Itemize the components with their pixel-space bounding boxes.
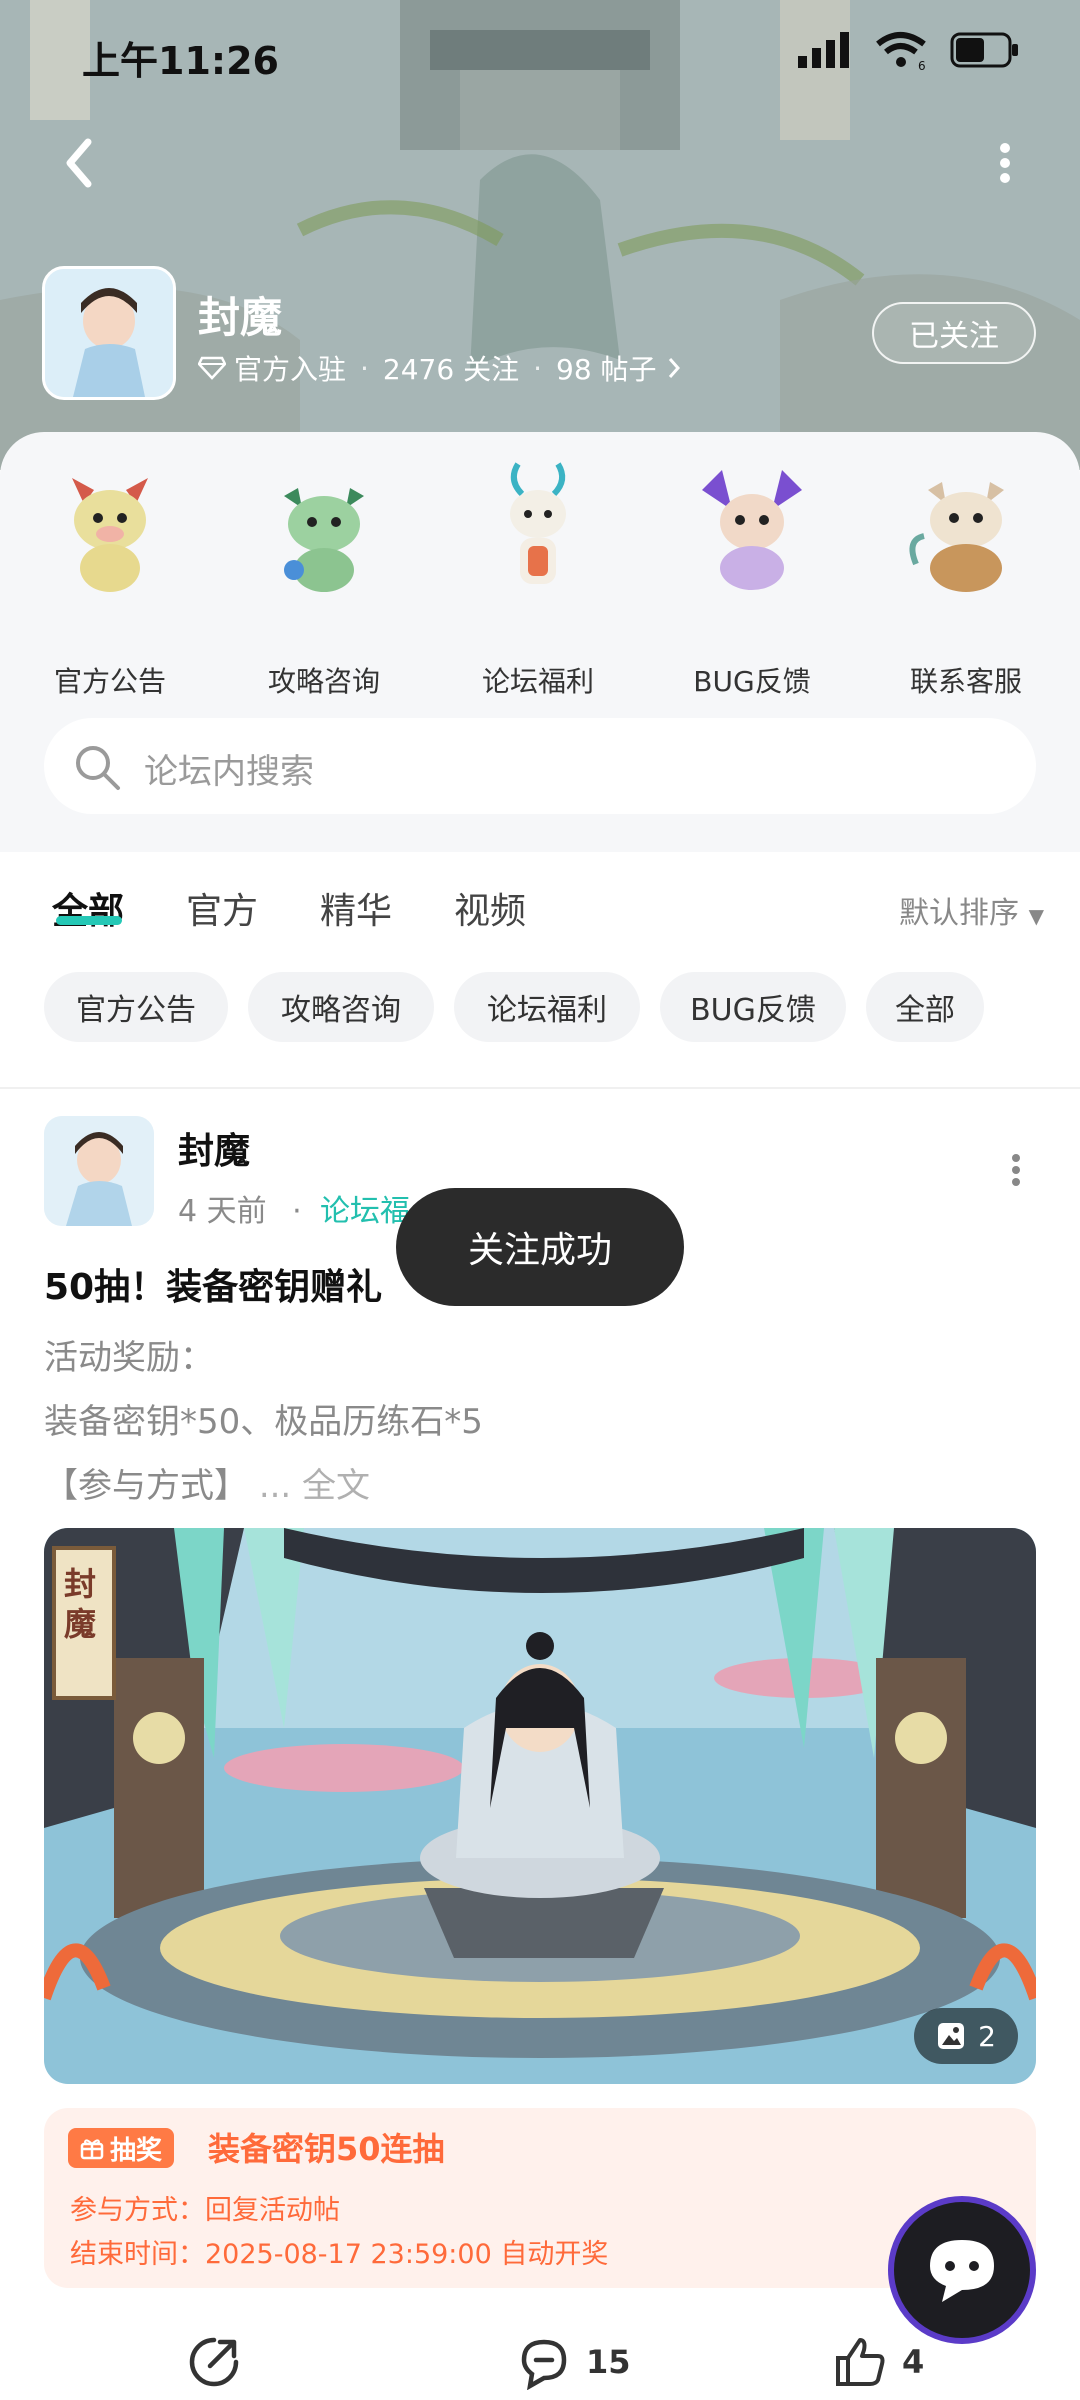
post-body-line: 装备密钥*50、极品历练石*5 — [44, 1402, 483, 1442]
caret-down-icon: ▼ — [1028, 904, 1044, 928]
like-button[interactable]: 4 — [832, 2334, 924, 2390]
shortcut-customer-service[interactable]: 联系客服 — [876, 460, 1056, 700]
chevron-right-icon — [668, 358, 680, 378]
post-body-text: 【参与方式】 — [44, 1466, 248, 1506]
tab-all[interactable]: 全部 — [52, 882, 124, 934]
chip-welfare[interactable]: 论坛福利 — [454, 972, 640, 1042]
lottery-card[interactable]: 抽奖 装备密钥50连抽 参与方式：回复活动帖 结束时间：2025-08-17 2… — [44, 2108, 1036, 2288]
shortcut-label: BUG反馈 — [693, 665, 811, 698]
post-author-avatar[interactable] — [44, 1116, 154, 1226]
search-placeholder: 论坛内搜索 — [144, 752, 314, 792]
like-count: 4 — [902, 2343, 925, 2381]
post-image-art — [44, 1528, 1036, 2084]
image-count: 2 — [978, 2019, 996, 2053]
active-tab-indicator — [56, 916, 122, 925]
share-button[interactable] — [186, 2334, 242, 2390]
dragon-mascot-icon — [702, 470, 802, 590]
shortcut-strategy[interactable]: 攻略咨询 — [234, 460, 414, 700]
chip-strategy[interactable]: 攻略咨询 — [248, 972, 434, 1042]
diamond-icon — [198, 356, 226, 380]
post-time-text: 4 天前 — [178, 1194, 267, 1229]
game-avatar-art — [45, 269, 173, 397]
status-bar: 上午11:26 6 — [0, 0, 1080, 110]
shortcut-panel: 官方公告 攻略咨询 论坛福利 BUG反馈 联系客服 论坛内搜索 — [0, 432, 1080, 852]
game-name: 封魔 — [198, 293, 283, 342]
shortcut-label: 联系客服 — [909, 665, 1022, 698]
gift-icon — [80, 2139, 104, 2160]
more-menu-button[interactable] — [970, 128, 1040, 198]
meta-separator: · — [533, 351, 542, 385]
gallery-icon — [938, 2023, 965, 2049]
shortcut-row: 官方公告 攻略咨询 论坛福利 BUG反馈 联系客服 — [0, 460, 1080, 700]
author-avatar-art — [44, 1116, 154, 1226]
post-board-link[interactable]: 论坛福 — [320, 1186, 410, 1230]
status-icons: 6 — [798, 30, 1020, 70]
post-author-name[interactable]: 封魔 — [178, 1122, 250, 1174]
comment-icon — [521, 2339, 567, 2390]
dragon-mascot-icon — [909, 482, 1004, 592]
search-icon — [76, 746, 120, 790]
post-image[interactable]: 封魔 2 — [44, 1528, 1036, 2084]
official-label: 官方入驻 — [234, 353, 347, 386]
dragon-mascot-icon — [284, 488, 364, 592]
category-chips: 官方公告 攻略咨询 论坛福利 BUG反馈 全部 — [0, 966, 1080, 1056]
lottery-end-time: 结束时间：2025-08-17 23:59:00 自动开奖 — [70, 2239, 609, 2270]
chip-bug-report[interactable]: BUG反馈 — [660, 972, 846, 1042]
battery-icon — [950, 32, 1018, 68]
share-icon — [189, 2337, 239, 2387]
posts-count: 98 帖子 — [556, 353, 657, 386]
lottery-title: 装备密钥50连抽 — [208, 2130, 445, 2168]
forum-search-bar[interactable]: 论坛内搜索 — [44, 718, 1036, 814]
wifi-icon: 6 — [876, 32, 926, 70]
post-body-line: 活动奖励： — [44, 1338, 214, 1378]
post-more-icon[interactable] — [996, 1150, 1036, 1190]
followers-count: 2476 关注 — [382, 353, 520, 386]
post-time: 4 天前 · — [178, 1186, 302, 1230]
shortcut-label: 论坛福利 — [481, 665, 594, 698]
thumbs-up-icon — [836, 2338, 885, 2386]
dragon-mascot-icon — [510, 462, 566, 584]
dragon-mascot-icon — [72, 478, 148, 592]
toast-message: 关注成功 — [396, 1188, 684, 1306]
shortcut-welfare[interactable]: 论坛福利 — [448, 460, 628, 700]
back-button[interactable] — [48, 128, 118, 198]
image-count-badge: 2 — [914, 2008, 1018, 2064]
sort-dropdown[interactable]: 默认排序 ▼ — [899, 888, 1044, 932]
image-seal-text: 封魔 — [64, 1565, 97, 1643]
comment-button[interactable]: 15 — [516, 2334, 631, 2390]
forum-header: 上午11:26 6 封魔 官方入驻 · 2476 关注 · 98 帖子 已关注 — [0, 0, 1080, 470]
comment-count: 15 — [586, 2343, 631, 2381]
signal-icon — [798, 32, 849, 68]
shortcut-label: 官方公告 — [53, 665, 166, 698]
tab-official[interactable]: 官方 — [186, 882, 258, 934]
post-filter-tabs: 全部 官方 精华 视频 默认排序 ▼ — [0, 852, 1080, 962]
chip-official-notice[interactable]: 官方公告 — [44, 972, 228, 1042]
chat-bubble-icon — [930, 2240, 994, 2302]
status-time: 上午11:26 — [82, 39, 279, 83]
sort-label: 默认排序 — [899, 896, 1020, 931]
tab-video[interactable]: 视频 — [454, 882, 526, 934]
lottery-tag: 抽奖 — [68, 2128, 175, 2168]
post-title[interactable]: 50抽！装备密钥赠礼 — [44, 1258, 382, 1310]
lottery-method: 参与方式：回复活动帖 — [70, 2195, 340, 2226]
meta-separator: · — [360, 351, 369, 385]
section-divider — [0, 1087, 1080, 1089]
chip-all[interactable]: 全部 — [866, 972, 984, 1042]
game-avatar[interactable] — [42, 266, 176, 400]
meta-separator: · — [292, 1194, 302, 1229]
game-meta[interactable]: 官方入驻 · 2476 关注 · 98 帖子 — [198, 348, 683, 388]
tab-featured[interactable]: 精华 — [320, 882, 392, 934]
wifi-badge: 6 — [918, 59, 926, 70]
read-more-link[interactable]: ... 全文 — [259, 1466, 370, 1506]
shortcut-official-notice[interactable]: 官方公告 — [20, 460, 200, 700]
shortcut-label: 攻略咨询 — [267, 665, 380, 698]
lottery-tag-label: 抽奖 — [110, 2135, 163, 2166]
post-body-line: 【参与方式】 ... 全文 — [44, 1458, 370, 1507]
post-action-bar: 15 4 — [0, 2320, 1080, 2400]
shortcut-bug-report[interactable]: BUG反馈 — [662, 460, 842, 700]
followed-button[interactable]: 已关注 — [872, 302, 1036, 364]
